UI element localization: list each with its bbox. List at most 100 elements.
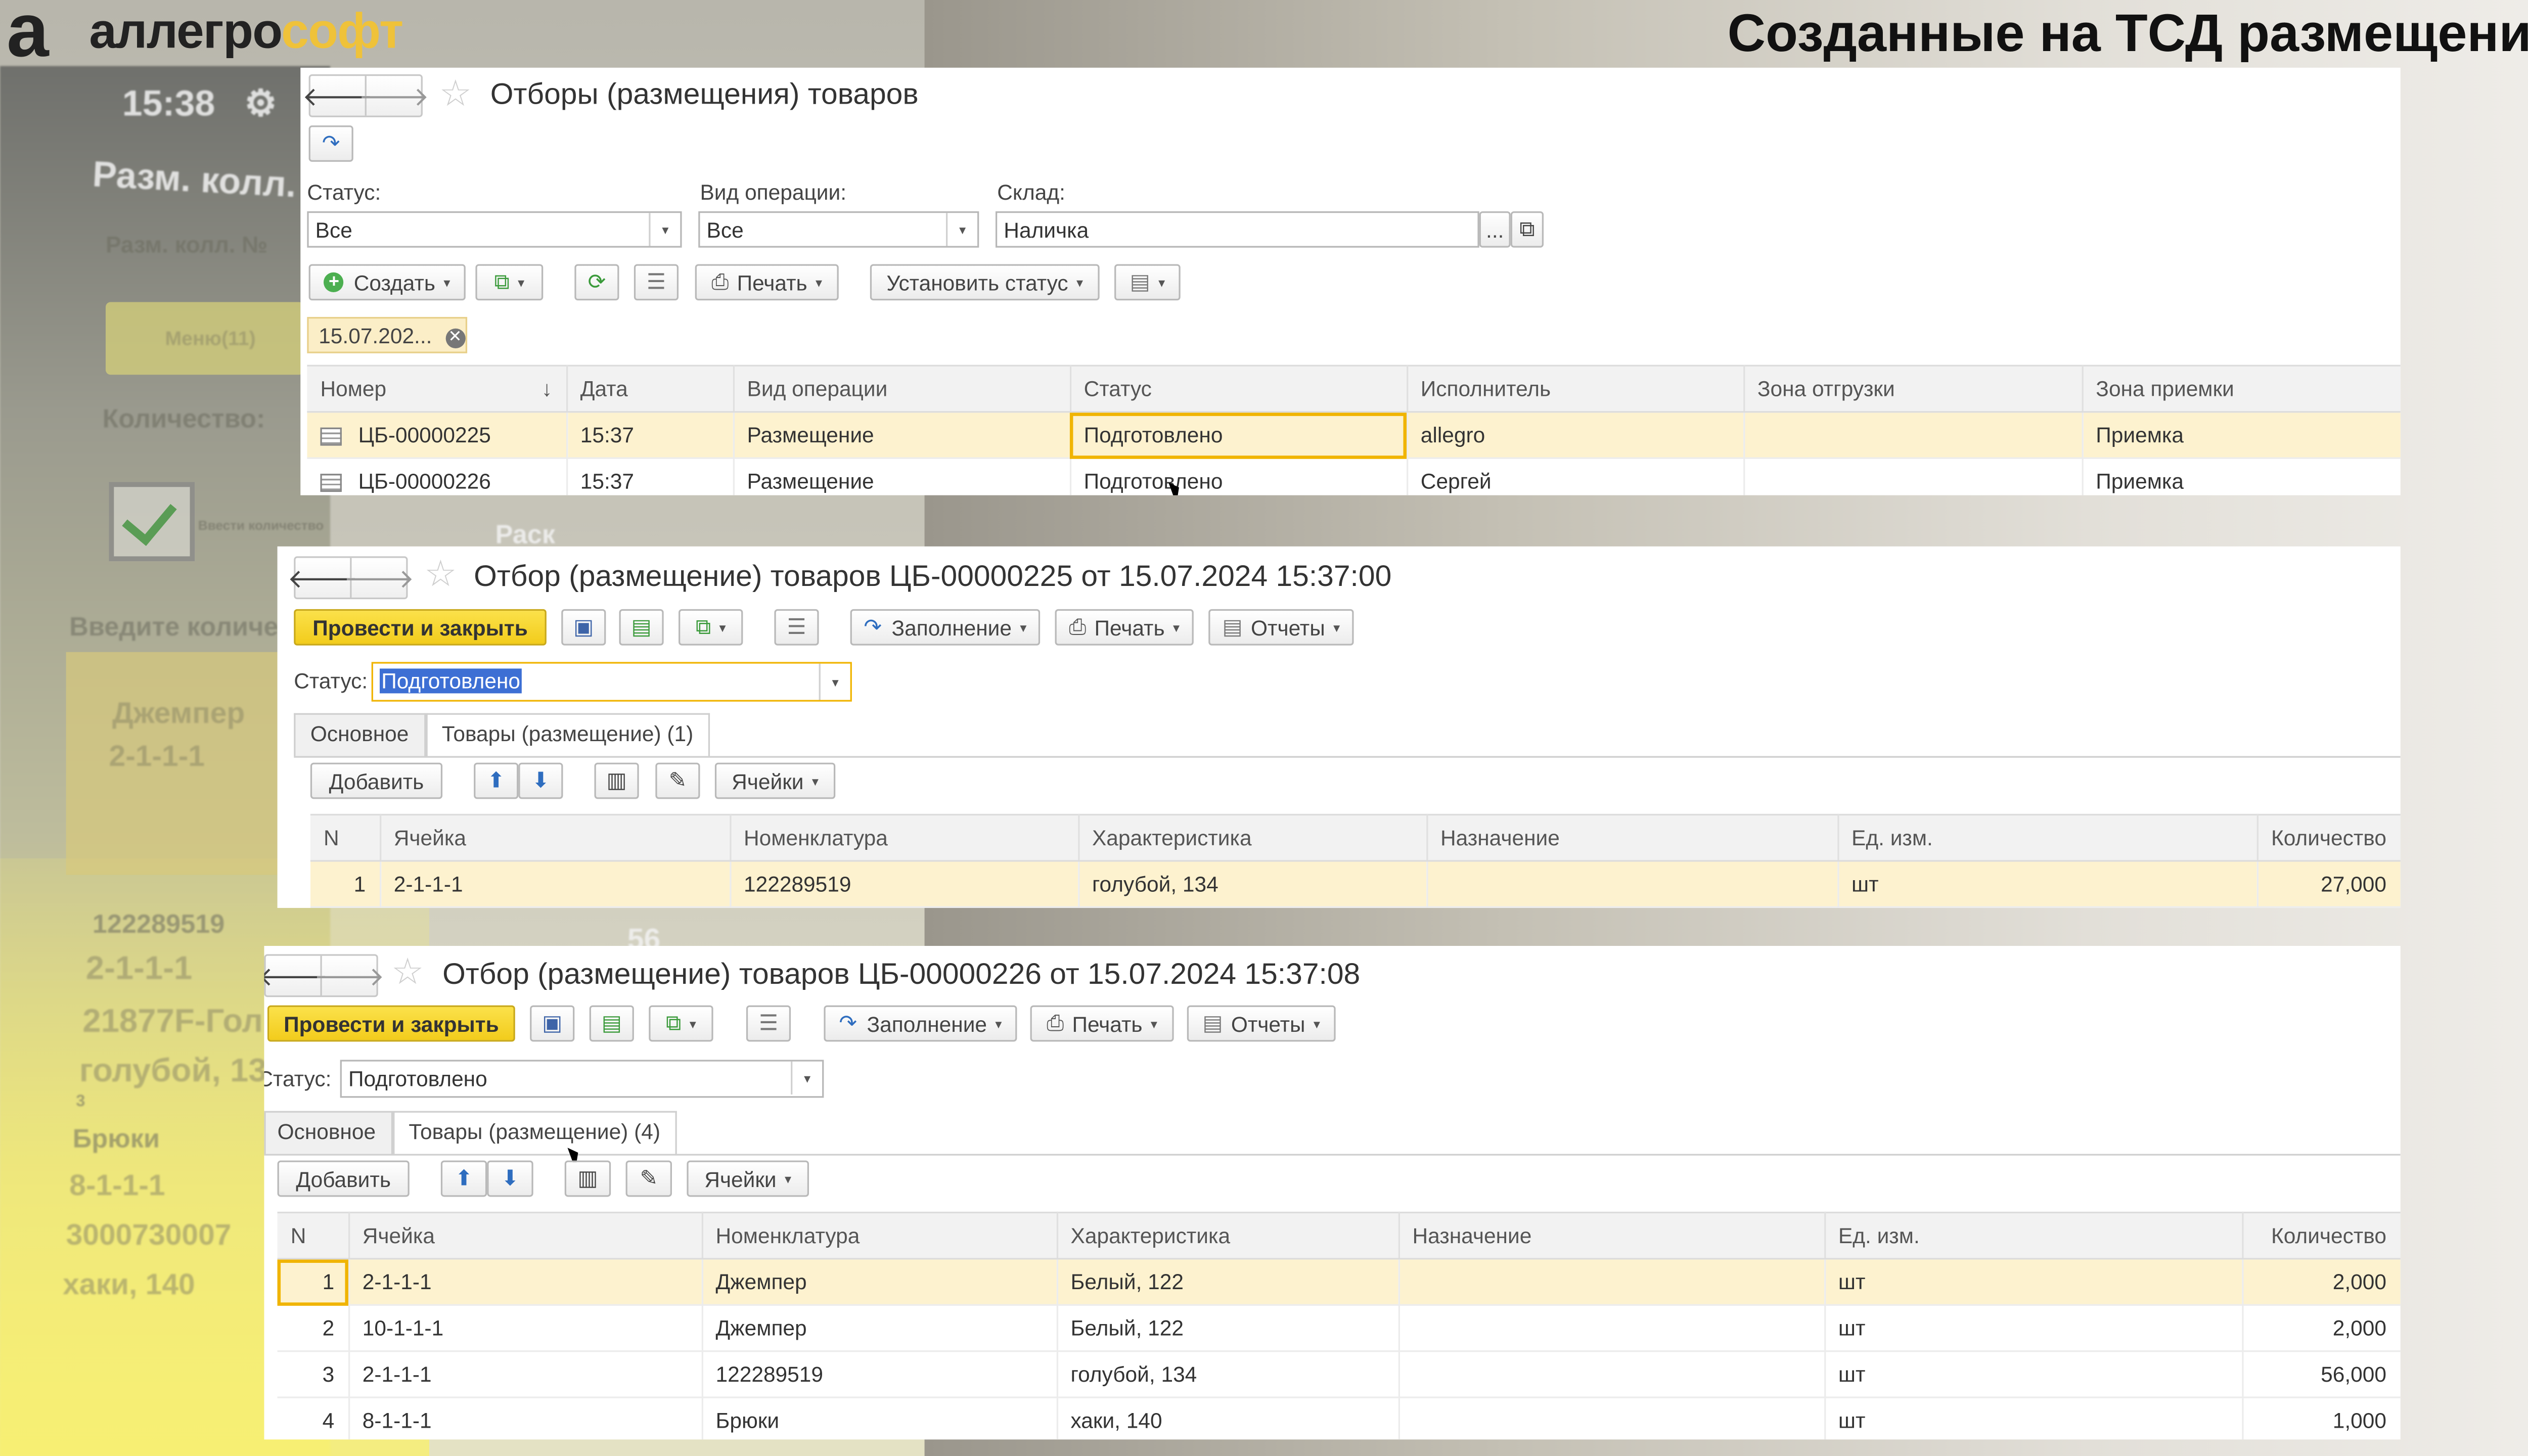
cell-purpose[interactable] bbox=[1398, 1397, 1825, 1440]
fill-button[interactable]: ↷ Заполнение ▾ bbox=[850, 609, 1041, 646]
add-row-button[interactable]: Добавить bbox=[277, 1160, 410, 1197]
status-filter-select[interactable]: Все ▾ bbox=[307, 211, 682, 248]
cell-n[interactable]: 2 bbox=[277, 1305, 349, 1352]
open-warehouse-icon[interactable]: ⧉ bbox=[1510, 211, 1544, 248]
table-row[interactable]: ЦБ-00000226 15:37 Размещение Подготовлен… bbox=[307, 458, 2401, 495]
create-button[interactable]: + Создать ▾ bbox=[308, 264, 466, 301]
table-row[interactable]: 4 8-1-1-1 Брюки хаки, 140 шт 1,000 bbox=[277, 1397, 2401, 1440]
table-row[interactable]: 1 2-1-1-1 122289519 голубой, 134 шт 27,0… bbox=[310, 860, 2401, 908]
status-select[interactable]: Подготовлено ▾ bbox=[371, 662, 852, 702]
back-arrow-icon[interactable]: 🡐 bbox=[287, 558, 358, 598]
post-and-close-button[interactable]: Провести и закрыть bbox=[294, 609, 547, 646]
cell-qty[interactable]: 2,000 bbox=[2242, 1305, 2401, 1352]
barcode-button[interactable]: ▥ bbox=[594, 762, 639, 799]
print-button[interactable]: ⎙ Печать ▾ bbox=[1030, 1005, 1174, 1042]
refresh-button[interactable]: ↷ bbox=[308, 125, 353, 162]
warehouse-select-button[interactable]: ... bbox=[1479, 211, 1511, 248]
col-n[interactable]: N bbox=[277, 1211, 349, 1260]
cell-cell[interactable]: 10-1-1-1 bbox=[348, 1305, 703, 1352]
chevron-down-icon[interactable]: ▾ bbox=[649, 213, 680, 246]
cell-number[interactable]: ЦБ-00000226 bbox=[307, 458, 567, 495]
cell-status[interactable]: Подготовлено bbox=[1069, 458, 1408, 495]
post-button[interactable]: ▤ bbox=[619, 609, 664, 646]
table-row[interactable]: 1 2-1-1-1 Джемпер Белый, 122 шт 2,000 bbox=[277, 1258, 2401, 1306]
op-filter-select[interactable]: Все ▾ bbox=[698, 211, 979, 248]
reports-button[interactable]: ▤ ▾ bbox=[1114, 264, 1181, 301]
add-row-button[interactable]: Добавить bbox=[310, 762, 443, 799]
reports-button[interactable]: ▤ Отчеты ▾ bbox=[1187, 1005, 1336, 1042]
barcode-button[interactable]: ▥ bbox=[564, 1160, 611, 1197]
chevron-down-icon[interactable]: ▾ bbox=[946, 213, 977, 246]
favorite-star-icon[interactable]: ☆ bbox=[439, 75, 472, 112]
col-qty[interactable]: Количество bbox=[2256, 813, 2401, 862]
col-item[interactable]: Номенклатура bbox=[730, 813, 1079, 862]
move-up-button[interactable]: ⬆ bbox=[474, 762, 519, 799]
create-based-on-button[interactable]: ⧉ ▾ bbox=[475, 264, 544, 301]
cell-cell[interactable]: 2-1-1-1 bbox=[348, 1351, 703, 1398]
cell-date[interactable]: 15:37 bbox=[566, 412, 734, 459]
cell-qty[interactable]: 56,000 bbox=[2242, 1351, 2401, 1398]
chevron-down-icon[interactable]: ▾ bbox=[791, 1061, 822, 1095]
col-purpose[interactable]: Назначение bbox=[1426, 813, 1838, 862]
col-feature[interactable]: Характеристика bbox=[1078, 813, 1427, 862]
col-cell[interactable]: Ячейка bbox=[348, 1211, 703, 1260]
create-based-on-button[interactable]: ⧉ ▾ bbox=[649, 1005, 713, 1042]
cell-qty[interactable]: 1,000 bbox=[2242, 1397, 2401, 1440]
col-cell[interactable]: Ячейка bbox=[380, 813, 731, 862]
doc-refresh-button[interactable]: ⟳ bbox=[574, 264, 619, 301]
back-arrow-icon[interactable]: 🡐 bbox=[264, 956, 328, 995]
date-filter-chip[interactable]: 15.07.202... ✕ bbox=[307, 316, 468, 353]
forward-arrow-icon[interactable]: 🡒 bbox=[314, 956, 385, 995]
back-arrow-icon[interactable]: 🡐 bbox=[302, 76, 373, 115]
cell-feature[interactable]: хаки, 140 bbox=[1056, 1397, 1400, 1440]
cell-unit[interactable]: шт bbox=[1824, 1258, 2243, 1306]
cell-number[interactable]: ЦБ-00000225 bbox=[307, 412, 567, 459]
cell-purpose[interactable] bbox=[1426, 860, 1838, 908]
list-settings-button[interactable]: ☰ bbox=[634, 264, 679, 301]
cell-purpose[interactable] bbox=[1398, 1305, 1825, 1352]
cell-item[interactable]: 122289519 bbox=[730, 860, 1079, 908]
create-based-on-button[interactable]: ⧉ ▾ bbox=[679, 609, 743, 646]
forward-arrow-icon[interactable]: 🡒 bbox=[358, 76, 429, 116]
print-button[interactable]: ⎙ Печать ▾ bbox=[695, 264, 839, 301]
warehouse-filter-field[interactable]: Наличка bbox=[995, 211, 1479, 248]
cell-feature[interactable]: Белый, 122 bbox=[1056, 1258, 1400, 1306]
cell-unit[interactable]: шт bbox=[1837, 860, 2258, 908]
move-down-button[interactable]: ⬇ bbox=[487, 1160, 533, 1197]
move-down-button[interactable]: ⬇ bbox=[518, 762, 563, 799]
cells-button[interactable]: Ячейки ▾ bbox=[687, 1160, 809, 1197]
col-status[interactable]: Статус bbox=[1069, 365, 1408, 413]
col-unit[interactable]: Ед. изм. bbox=[1824, 1211, 2243, 1260]
cell-operation[interactable]: Размещение bbox=[733, 458, 1071, 495]
cells-button[interactable]: Ячейки ▾ bbox=[714, 762, 836, 799]
list-settings-button[interactable]: ☰ bbox=[746, 1005, 791, 1042]
save-button[interactable]: ▣ bbox=[530, 1005, 575, 1042]
cell-qty[interactable]: 27,000 bbox=[2256, 860, 2401, 908]
favorite-star-icon[interactable]: ☆ bbox=[391, 953, 424, 990]
cell-purpose[interactable] bbox=[1398, 1351, 1825, 1398]
col-executor[interactable]: Исполнитель bbox=[1407, 365, 1744, 413]
cell-executor[interactable]: allegro bbox=[1407, 412, 1744, 459]
eraser-button[interactable]: ✎ bbox=[655, 762, 700, 799]
tab-goods[interactable]: Товары (размещение) (4) bbox=[392, 1111, 677, 1154]
col-unit[interactable]: Ед. изм. bbox=[1837, 813, 2258, 862]
col-recv-zone[interactable]: Зона приемки bbox=[2082, 365, 2401, 413]
cell-feature[interactable]: Белый, 122 bbox=[1056, 1305, 1400, 1352]
post-and-close-button[interactable]: Провести и закрыть bbox=[267, 1005, 515, 1042]
cell-recv-zone[interactable]: Приемка bbox=[2082, 412, 2401, 459]
cell-feature[interactable]: голубой, 134 bbox=[1078, 860, 1427, 908]
col-number[interactable]: Номер ↓ bbox=[307, 365, 567, 413]
cell-operation[interactable]: Размещение bbox=[733, 412, 1071, 459]
col-qty[interactable]: Количество bbox=[2242, 1211, 2401, 1260]
cell-purpose[interactable] bbox=[1398, 1258, 1825, 1306]
status-select[interactable]: Подготовлено ▾ bbox=[340, 1060, 824, 1098]
tab-main[interactable]: Основное bbox=[294, 713, 426, 756]
table-row[interactable]: 2 10-1-1-1 Джемпер Белый, 122 шт 2,000 bbox=[277, 1305, 2401, 1352]
cell-cell[interactable]: 2-1-1-1 bbox=[380, 860, 731, 908]
col-feature[interactable]: Характеристика bbox=[1056, 1211, 1400, 1260]
cell-unit[interactable]: шт bbox=[1824, 1397, 2243, 1440]
col-ship-zone[interactable]: Зона отгрузки bbox=[1743, 365, 2083, 413]
col-item[interactable]: Номенклатура bbox=[701, 1211, 1058, 1260]
col-date[interactable]: Дата bbox=[566, 365, 734, 413]
eraser-button[interactable]: ✎ bbox=[625, 1160, 672, 1197]
